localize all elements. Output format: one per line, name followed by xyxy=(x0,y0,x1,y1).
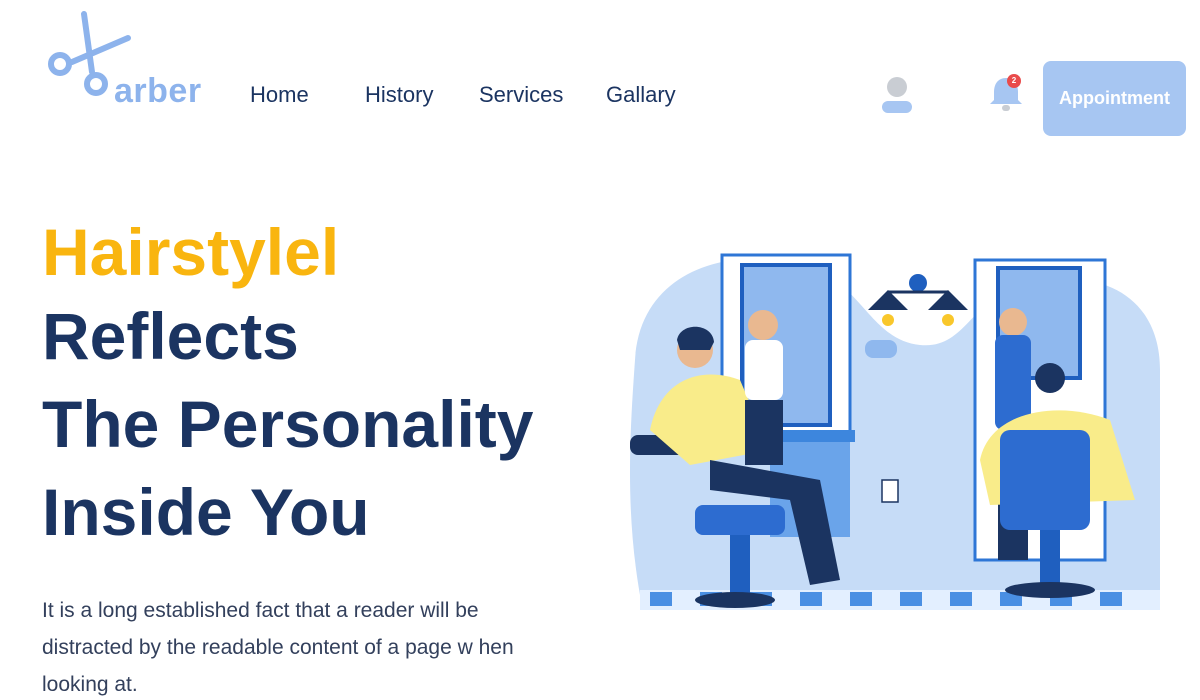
notification-badge: 2 xyxy=(1007,74,1021,88)
hero-title-accent: Hairstylel xyxy=(42,215,340,289)
appointment-button[interactable]: Appointment xyxy=(1043,61,1186,136)
hero-title-line-3: Inside You xyxy=(42,475,370,549)
hero-title-line-1: Reflects xyxy=(42,299,299,373)
user-icon xyxy=(882,77,912,113)
barbershop-illustration xyxy=(630,253,1160,610)
user-profile-button[interactable] xyxy=(880,76,914,116)
nav-history[interactable]: History xyxy=(365,82,433,108)
hero-description: It is a long established fact that a rea… xyxy=(42,599,514,696)
nav-home[interactable]: Home xyxy=(250,82,309,108)
logo-text: arber xyxy=(114,72,202,110)
logo[interactable]: arber xyxy=(46,10,211,110)
hero-title-line-2: The Personality xyxy=(42,387,534,461)
hero-headline: Hairstylel Reflects The Personality Insi… xyxy=(42,212,534,556)
nav-gallary[interactable]: Gallary xyxy=(606,82,676,108)
nav-services[interactable]: Services xyxy=(479,82,563,108)
